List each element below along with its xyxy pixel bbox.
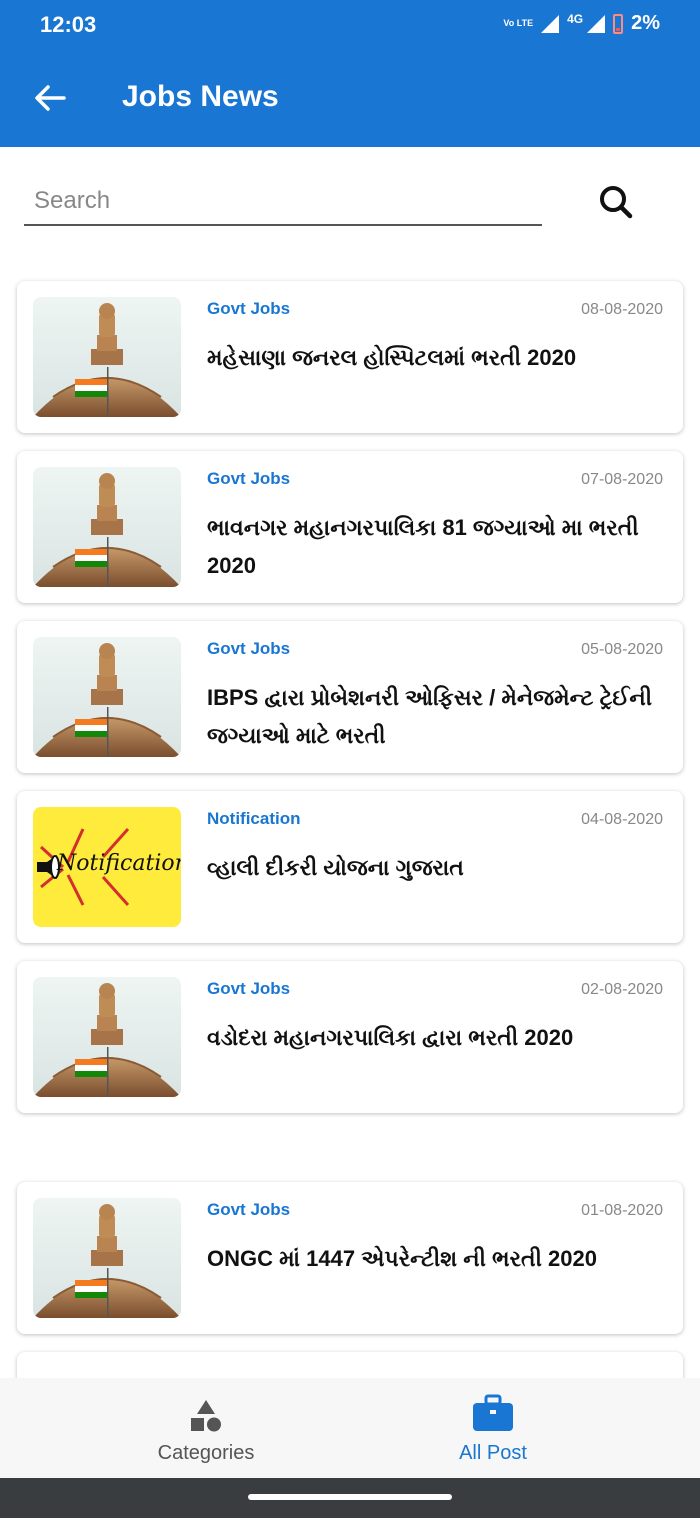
post-card[interactable]: Govt Jobs 01-08-2020 ONGC માં 1447 એપરેન્ટ…: [17, 1182, 683, 1334]
arrow-left-icon: [35, 85, 66, 111]
emblem-thumbnail-image: [33, 1198, 181, 1318]
post-category: Notification: [207, 809, 301, 828]
emblem-thumbnail-image: [33, 977, 181, 1097]
post-thumbnail: [33, 637, 181, 757]
post-card[interactable]: Notification Notification 04-08-2020 વ્હાલી…: [17, 791, 683, 943]
status-bar: 12:03 Vo LTE 4G 2%: [0, 0, 700, 52]
post-card[interactable]: Govt Jobs 05-08-2020 IBPS દ્વારા પ્રોબેશનર…: [17, 621, 683, 773]
home-gesture-handle[interactable]: [248, 1494, 452, 1500]
nav-all-post[interactable]: All Post: [393, 1378, 593, 1478]
briefcase-icon: [473, 1394, 513, 1431]
search-icon: [600, 186, 633, 219]
post-title: વ્હાલી દીકરી યોજના ગુજરાત: [207, 855, 464, 880]
status-time: 12:03: [40, 12, 97, 37]
signal-icon-2: [587, 14, 606, 33]
search-input[interactable]: [24, 180, 542, 222]
nav-categories[interactable]: Categories: [106, 1378, 306, 1478]
nav-all-post-label: All Post: [459, 1442, 527, 1464]
bottom-navigation: Categories All Post: [0, 1378, 700, 1478]
post-date: 07-08-2020: [581, 471, 663, 488]
notification-thumbnail-image: Notification: [33, 807, 181, 927]
volte-icon: Vo LTE: [503, 19, 533, 28]
post-category: Govt Jobs: [207, 469, 291, 488]
search-field-container: [24, 180, 542, 226]
post-date: 04-08-2020: [581, 811, 663, 828]
post-title: IBPS દ્વારા પ્રોબેશનરી ઓફિસર / મેનેજમેન્…: [207, 685, 653, 748]
post-thumbnail: [33, 977, 181, 1097]
post-date: 02-08-2020: [581, 981, 663, 998]
post-title: મહેસાણા જનરલ હોસ્પિટલમાં ભરતી 2020: [207, 345, 577, 370]
battery-percent: 2%: [631, 12, 660, 34]
network-type: 4G: [567, 12, 584, 26]
post-category: Govt Jobs: [207, 979, 291, 998]
post-thumbnail: Notification: [33, 807, 181, 927]
post-title: વડોદરા મહાનગરપાલિકા દ્વારા ભરતી 2020: [207, 1025, 574, 1050]
post-category: Govt Jobs: [207, 639, 291, 658]
post-title: ONGC માં 1447 એપરેન્ટીશ ની ભરતી 2020: [207, 1246, 597, 1271]
battery-icon: [613, 13, 624, 34]
post-category: Govt Jobs: [207, 1200, 291, 1219]
nav-categories-label: Categories: [157, 1442, 255, 1464]
post-title: ભાવનગર મહાનગરપાલિકા 81 જગ્યાઓ મા ભરતી 20…: [207, 515, 639, 578]
post-card[interactable]: Govt Jobs 02-08-2020 વડોદરા મહાનગરપાલિકા દ…: [17, 961, 683, 1113]
system-nav-bar: [0, 1478, 700, 1518]
post-date: 01-08-2020: [581, 1202, 663, 1219]
emblem-thumbnail-image: [33, 297, 181, 417]
post-card[interactable]: Govt Jobs 08-08-2020 મહેસાણા જનરલ હોસ્પિટલ…: [17, 281, 683, 433]
search-button[interactable]: [596, 182, 636, 222]
emblem-thumbnail-image: [33, 637, 181, 757]
status-icons: Vo LTE 4G 2%: [503, 12, 660, 35]
volte-label: Vo LTE: [503, 18, 534, 28]
post-card[interactable]: Govt Jobs 07-08-2020 ભાવનગર મહાનગરપાલિકા 8…: [17, 451, 683, 603]
post-date: 08-08-2020: [581, 301, 663, 318]
app-bar: Jobs News: [0, 52, 700, 147]
post-thumbnail: [33, 467, 181, 587]
notification-thumbnail-text: Notification: [57, 851, 181, 876]
post-category: Govt Jobs: [207, 299, 291, 318]
shapes-icon: [191, 1400, 221, 1432]
post-thumbnail: [33, 1198, 181, 1318]
post-date: 05-08-2020: [581, 641, 663, 658]
page-title: Jobs News: [122, 80, 279, 113]
emblem-thumbnail-image: [33, 467, 181, 587]
post-thumbnail: [33, 297, 181, 417]
back-button[interactable]: [30, 78, 70, 118]
signal-icon: [541, 14, 560, 33]
